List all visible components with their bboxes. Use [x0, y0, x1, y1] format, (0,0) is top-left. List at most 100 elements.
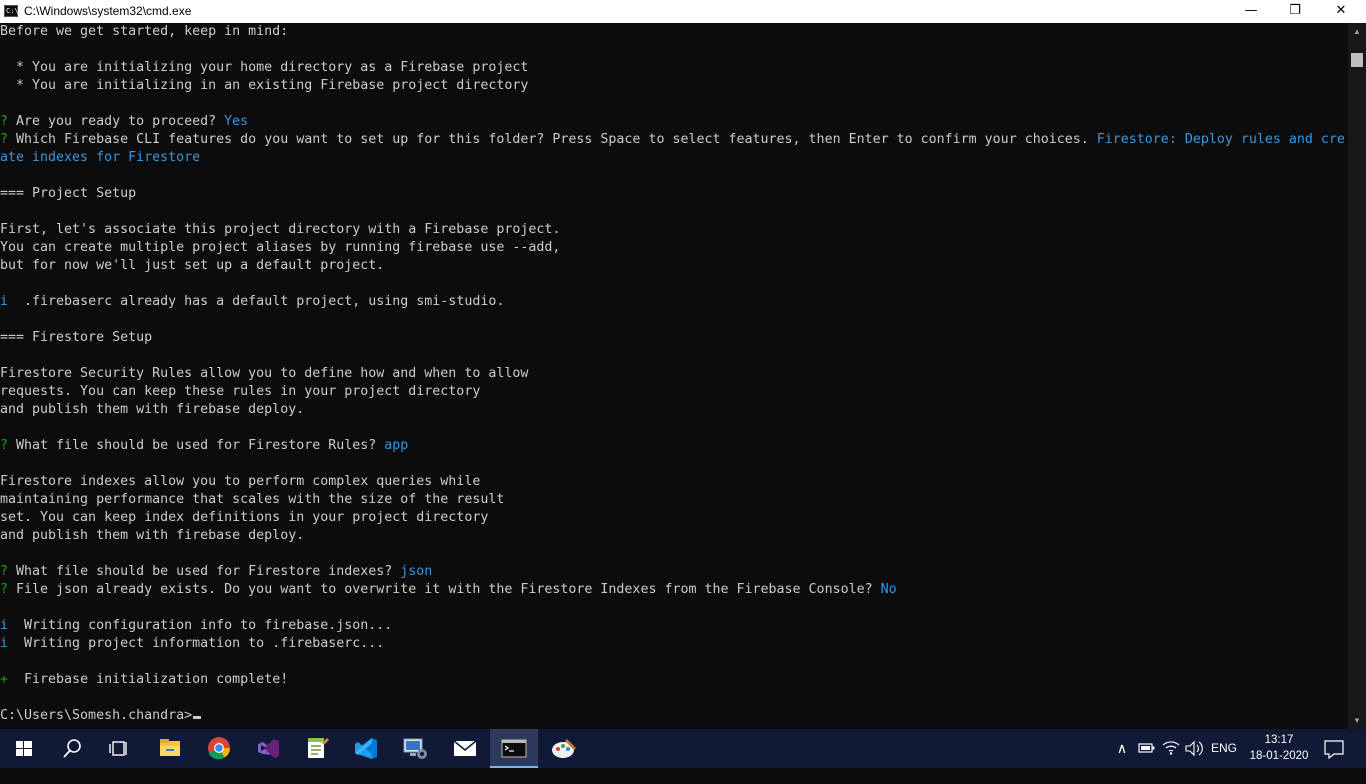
- notifications-button[interactable]: [1310, 729, 1356, 768]
- console-line: ate indexes for Firestore: [0, 149, 200, 167]
- console-text: and publish them with firebase deploy.: [0, 402, 305, 417]
- console-text: Writing project information to .firebase…: [8, 636, 385, 651]
- console-text: Writing configuration info to firebase.j…: [8, 618, 393, 633]
- console-marker: ?: [0, 564, 9, 579]
- console-text: requests. You can keep these rules in yo…: [0, 384, 481, 399]
- cmd-icon-text: C:\: [6, 7, 19, 15]
- console-output[interactable]: Before we get started, keep in mind: * Y…: [0, 23, 1348, 729]
- paint-button[interactable]: [540, 729, 588, 768]
- cmd-taskbar-button[interactable]: [490, 729, 538, 768]
- battery-icon-svg: [1138, 743, 1155, 753]
- console-answer: i: [0, 618, 9, 633]
- console-text: Firestore Security Rules allow you to de…: [0, 366, 529, 381]
- taskbar: ∧ ENG 13:17 18-01-2020: [0, 729, 1366, 768]
- command-prompt[interactable]: C:\Users\Somesh.chandra>: [0, 707, 202, 725]
- wifi-icon[interactable]: [1160, 729, 1182, 768]
- console-text: .firebaserc already has a default projec…: [8, 294, 505, 309]
- task-view-button[interactable]: [96, 729, 144, 768]
- volume-icon-svg: [1185, 740, 1203, 757]
- console-text: * You are initializing your home directo…: [0, 60, 529, 75]
- windows-logo-icon: [16, 741, 32, 756]
- mail-button[interactable]: [441, 729, 489, 768]
- console-line: i .firebaserc already has a default proj…: [0, 293, 504, 311]
- prompt-text: C:\Users\Somesh.chandra>: [0, 708, 193, 723]
- console-marker: ?: [0, 132, 9, 147]
- console-line: Before we get started, keep in mind:: [0, 23, 288, 41]
- console-line: requests. You can keep these rules in yo…: [0, 383, 480, 401]
- console-line: You can create multiple project aliases …: [0, 239, 560, 257]
- vertical-scrollbar[interactable]: ▲ ▼: [1348, 23, 1366, 729]
- title-bar[interactable]: C:\ C:\Windows\system32\cmd.exe — ❐ ✕: [0, 0, 1366, 23]
- console-text: === Firestore Setup: [0, 330, 153, 345]
- vscode-button[interactable]: [342, 729, 390, 768]
- chrome-icon: [208, 737, 230, 760]
- scroll-down-arrow-icon[interactable]: ▼: [1348, 712, 1366, 729]
- minimize-button[interactable]: —: [1228, 0, 1274, 23]
- console-line: maintaining performance that scales with…: [0, 491, 504, 509]
- console-line: * You are initializing your home directo…: [0, 59, 528, 77]
- language-indicator[interactable]: ENG: [1208, 729, 1240, 768]
- tray-chevron-icon[interactable]: ∧: [1112, 729, 1132, 768]
- clock-time: 13:17: [1264, 734, 1294, 746]
- console-answer: Firestore: Deploy rules and cre: [1096, 132, 1345, 147]
- console-line: ? File json already exists. Do you want …: [0, 581, 897, 599]
- console-answer: Yes: [224, 114, 249, 129]
- visual-studio-button[interactable]: [244, 729, 292, 768]
- console-line: + Firebase initialization complete!: [0, 671, 288, 689]
- console-text: Firebase initialization complete!: [8, 672, 289, 687]
- console-answer: i: [0, 294, 9, 309]
- text-cursor: [193, 716, 202, 719]
- clock[interactable]: 13:17 18-01-2020: [1248, 732, 1310, 764]
- scroll-up-arrow-icon[interactable]: ▲: [1348, 23, 1366, 40]
- start-button[interactable]: [0, 729, 48, 768]
- console-answer: i: [0, 636, 9, 651]
- chrome-button[interactable]: [195, 729, 243, 768]
- console-text: maintaining performance that scales with…: [0, 492, 505, 507]
- console-line: ? What file should be used for Firestore…: [0, 563, 432, 581]
- console-line: i Writing project information to .fireba…: [0, 635, 384, 653]
- cmd-icon: [501, 739, 527, 758]
- console-marker: +: [0, 672, 9, 687]
- console-line: set. You can keep index definitions in y…: [0, 509, 488, 527]
- console-text: * You are initializing in an existing Fi…: [0, 78, 529, 93]
- console-line: === Project Setup: [0, 185, 136, 203]
- console-text: set. You can keep index definitions in y…: [0, 510, 489, 525]
- console-line: and publish them with firebase deploy.: [0, 527, 304, 545]
- cmd-window-icon[interactable]: C:\: [4, 5, 19, 17]
- console-marker: ?: [0, 114, 9, 129]
- battery-icon[interactable]: [1136, 729, 1158, 768]
- console-line: ? Which Firebase CLI features do you wan…: [0, 131, 1345, 149]
- vscode-icon: [355, 738, 377, 759]
- search-icon: [63, 739, 81, 758]
- console-marker: ?: [0, 438, 9, 453]
- console-answer: app: [384, 438, 409, 453]
- window-title: C:\Windows\system32\cmd.exe: [24, 4, 192, 18]
- console-text: but for now we'll just set up a default …: [0, 258, 385, 273]
- console-text: What file should be used for Firestore i…: [8, 564, 401, 579]
- network-config-button[interactable]: [391, 729, 439, 768]
- notepad-plus-plus-button[interactable]: [293, 729, 341, 768]
- console-text: and publish them with firebase deploy.: [0, 528, 305, 543]
- console-text: First, let's associate this project dire…: [0, 222, 561, 237]
- restore-button[interactable]: ❐: [1272, 0, 1318, 23]
- console-line: * You are initializing in an existing Fi…: [0, 77, 528, 95]
- console-marker: ?: [0, 582, 9, 597]
- console-line: Firestore indexes allow you to perform c…: [0, 473, 480, 491]
- search-button[interactable]: [48, 729, 96, 768]
- paint-icon: [552, 739, 576, 758]
- console-line: and publish them with firebase deploy.: [0, 401, 304, 419]
- visual-studio-icon: [258, 739, 279, 758]
- console-line: First, let's associate this project dire…: [0, 221, 560, 239]
- console-text: === Project Setup: [0, 186, 137, 201]
- mail-icon: [453, 740, 477, 756]
- console-line: i Writing configuration info to firebase…: [0, 617, 392, 635]
- task-view-icon: [109, 741, 127, 756]
- console-text: File json already exists. Do you want to…: [8, 582, 881, 597]
- console-text: Are you ready to proceed?: [8, 114, 225, 129]
- close-button[interactable]: ✕: [1318, 0, 1364, 23]
- console-answer: No: [880, 582, 897, 597]
- file-explorer-button[interactable]: [146, 729, 194, 768]
- volume-icon[interactable]: [1183, 729, 1205, 768]
- scrollbar-thumb[interactable]: [1351, 53, 1363, 67]
- wifi-icon-svg: [1162, 741, 1180, 755]
